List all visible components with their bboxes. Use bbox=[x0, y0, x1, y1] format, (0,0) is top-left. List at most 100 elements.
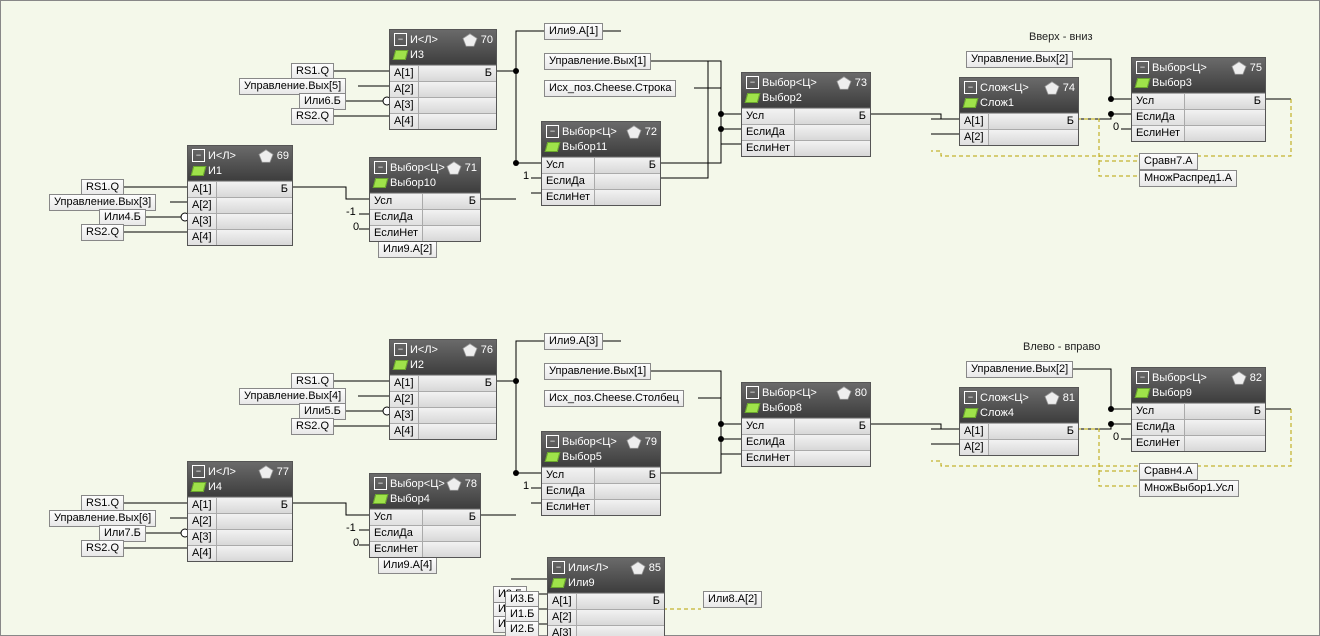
port-out[interactable]: Б bbox=[419, 375, 496, 391]
block-Выбор9[interactable]: −Выбор<Ц>Выбор982УслЕслиДаЕслиНетБ bbox=[1131, 367, 1266, 452]
port-in[interactable]: А[2] bbox=[548, 609, 577, 625]
port-in[interactable]: ЕслиНет bbox=[370, 225, 423, 241]
port-in[interactable]: ЕслиДа bbox=[742, 124, 795, 140]
pill[interactable]: МножРаспред1.А bbox=[1139, 170, 1237, 187]
port-out[interactable]: Б bbox=[423, 509, 480, 525]
minus-icon[interactable]: − bbox=[1136, 371, 1149, 384]
pill[interactable]: Или9.А[3] bbox=[544, 333, 603, 350]
port-in[interactable]: ЕслиНет bbox=[742, 450, 795, 466]
port-in[interactable]: А[1] bbox=[390, 375, 419, 391]
port-in[interactable]: А[1] bbox=[548, 593, 577, 609]
block-header[interactable]: −И<Л>И276 bbox=[390, 340, 496, 375]
port-in[interactable]: ЕслиДа bbox=[370, 209, 423, 225]
pill[interactable]: RS2.Q bbox=[291, 108, 334, 125]
block-header[interactable]: −Выбор<Ц>Выбор982 bbox=[1132, 368, 1265, 403]
port-in[interactable]: А[3] bbox=[548, 625, 577, 636]
pill[interactable]: Управление.Вых[2] bbox=[966, 51, 1073, 68]
port-out[interactable]: Б bbox=[577, 593, 664, 609]
port-in[interactable]: Усл bbox=[1132, 403, 1185, 419]
block-header[interactable]: −Слож<Ц>Слож174 bbox=[960, 78, 1078, 113]
minus-icon[interactable]: − bbox=[964, 81, 977, 94]
block-header[interactable]: −Выбор<Ц>Выбор1172 bbox=[542, 122, 660, 157]
port-in[interactable]: А[3] bbox=[390, 97, 419, 113]
block-header[interactable]: −И<Л>И477 bbox=[188, 462, 292, 497]
minus-icon[interactable]: − bbox=[374, 477, 387, 490]
block-Выбор3[interactable]: −Выбор<Ц>Выбор375УслЕслиДаЕслиНетБ bbox=[1131, 57, 1266, 142]
port-in[interactable]: Усл bbox=[742, 108, 795, 124]
port-out[interactable]: Б bbox=[595, 157, 660, 173]
port-in[interactable]: Усл bbox=[542, 157, 595, 173]
port-in[interactable]: Усл bbox=[742, 418, 795, 434]
port-in[interactable]: ЕслиДа bbox=[1132, 109, 1185, 125]
port-in[interactable]: ЕслиДа bbox=[542, 483, 595, 499]
port-in[interactable]: Усл bbox=[1132, 93, 1185, 109]
block-И3[interactable]: −И<Л>И370А[1]А[2]А[3]А[4] Б bbox=[389, 29, 497, 130]
block-header[interactable]: −И<Л>И370 bbox=[390, 30, 496, 65]
port-in[interactable]: А[2] bbox=[188, 197, 217, 213]
port-in[interactable]: А[1] bbox=[188, 497, 217, 513]
port-in[interactable]: ЕслиДа bbox=[370, 525, 423, 541]
port-out[interactable]: Б bbox=[217, 181, 292, 197]
port-in[interactable]: А[1] bbox=[390, 65, 419, 81]
block-header[interactable]: −Выбор<Ц>Выбор1071 bbox=[370, 158, 480, 193]
block-header[interactable]: −Выбор<Ц>Выбор273 bbox=[742, 73, 870, 108]
block-Выбор2[interactable]: −Выбор<Ц>Выбор273УслЕслиДаЕслиНетБ bbox=[741, 72, 871, 157]
pill[interactable]: Управление.Вых[1] bbox=[544, 53, 651, 70]
minus-icon[interactable]: − bbox=[746, 76, 759, 89]
pill[interactable]: Исх_поз.Cheese.Строка bbox=[544, 80, 676, 97]
pill[interactable]: Или8.А[2] bbox=[703, 591, 762, 608]
block-header[interactable]: −Выбор<Ц>Выбор478 bbox=[370, 474, 480, 509]
minus-icon[interactable]: − bbox=[374, 161, 387, 174]
minus-icon[interactable]: − bbox=[746, 386, 759, 399]
pill[interactable]: МножВыбор1.Усл bbox=[1139, 480, 1239, 497]
port-out[interactable]: Б bbox=[1185, 93, 1265, 109]
minus-icon[interactable]: − bbox=[394, 33, 407, 46]
minus-icon[interactable]: − bbox=[552, 561, 565, 574]
port-in[interactable]: ЕслиДа bbox=[742, 434, 795, 450]
port-in[interactable]: ЕслиДа bbox=[1132, 419, 1185, 435]
port-in[interactable]: ЕслиНет bbox=[1132, 435, 1185, 451]
port-in[interactable]: ЕслиНет bbox=[542, 189, 595, 205]
port-in[interactable]: А[4] bbox=[390, 113, 419, 129]
pill[interactable]: Исх_поз.Cheese.Столбец bbox=[544, 390, 684, 407]
pill[interactable]: Сравн4.А bbox=[1139, 463, 1198, 480]
port-in[interactable]: А[1] bbox=[960, 423, 989, 439]
pill[interactable]: И2.Б bbox=[505, 621, 539, 636]
port-in[interactable]: А[2] bbox=[390, 391, 419, 407]
port-in[interactable]: А[2] bbox=[188, 513, 217, 529]
pill[interactable]: Или9.А[2] bbox=[378, 241, 437, 258]
pill[interactable]: RS2.Q bbox=[81, 224, 124, 241]
pill[interactable]: Управление.Вых[2] bbox=[966, 361, 1073, 378]
minus-icon[interactable]: − bbox=[192, 149, 205, 162]
port-out[interactable]: Б bbox=[595, 467, 660, 483]
port-in[interactable]: ЕслиНет bbox=[742, 140, 795, 156]
block-Или9[interactable]: −Или<Л>Или985А[1]А[2]А[3]А[4]Б bbox=[547, 557, 665, 636]
block-header[interactable]: −Выбор<Ц>Выбор375 bbox=[1132, 58, 1265, 93]
block-Выбор5[interactable]: −Выбор<Ц>Выбор579УслЕслиДаЕслиНетБ bbox=[541, 431, 661, 516]
port-out[interactable]: Б bbox=[1185, 403, 1265, 419]
port-in[interactable]: А[2] bbox=[960, 439, 989, 455]
port-in[interactable]: А[1] bbox=[188, 181, 217, 197]
block-header[interactable]: −Выбор<Ц>Выбор880 bbox=[742, 383, 870, 418]
block-И1[interactable]: −И<Л>И169А[1]А[2]А[3]А[4]Б bbox=[187, 145, 293, 246]
block-Выбор11[interactable]: −Выбор<Ц>Выбор1172УслЕслиДаЕслиНетБ bbox=[541, 121, 661, 206]
port-out[interactable]: Б bbox=[419, 65, 496, 81]
minus-icon[interactable]: − bbox=[546, 125, 559, 138]
port-in[interactable]: А[1] bbox=[960, 113, 989, 129]
port-in[interactable]: А[2] bbox=[390, 81, 419, 97]
block-Выбор8[interactable]: −Выбор<Ц>Выбор880УслЕслиДаЕслиНетБ bbox=[741, 382, 871, 467]
port-in[interactable]: Усл bbox=[542, 467, 595, 483]
port-out[interactable]: Б bbox=[423, 193, 480, 209]
block-И4[interactable]: −И<Л>И477А[1]А[2]А[3]А[4]Б bbox=[187, 461, 293, 562]
port-out[interactable]: Б bbox=[989, 113, 1078, 129]
port-in[interactable]: ЕслиНет bbox=[542, 499, 595, 515]
block-header[interactable]: −Слож<Ц>Слож481 bbox=[960, 388, 1078, 423]
port-in[interactable]: Усл bbox=[370, 509, 423, 525]
port-out[interactable]: Б bbox=[795, 108, 870, 124]
port-in[interactable]: ЕслиНет bbox=[1132, 125, 1185, 141]
minus-icon[interactable]: − bbox=[192, 465, 205, 478]
port-in[interactable]: Усл bbox=[370, 193, 423, 209]
block-header[interactable]: −Или<Л>Или985 bbox=[548, 558, 664, 593]
minus-icon[interactable]: − bbox=[964, 391, 977, 404]
block-header[interactable]: −Выбор<Ц>Выбор579 bbox=[542, 432, 660, 467]
